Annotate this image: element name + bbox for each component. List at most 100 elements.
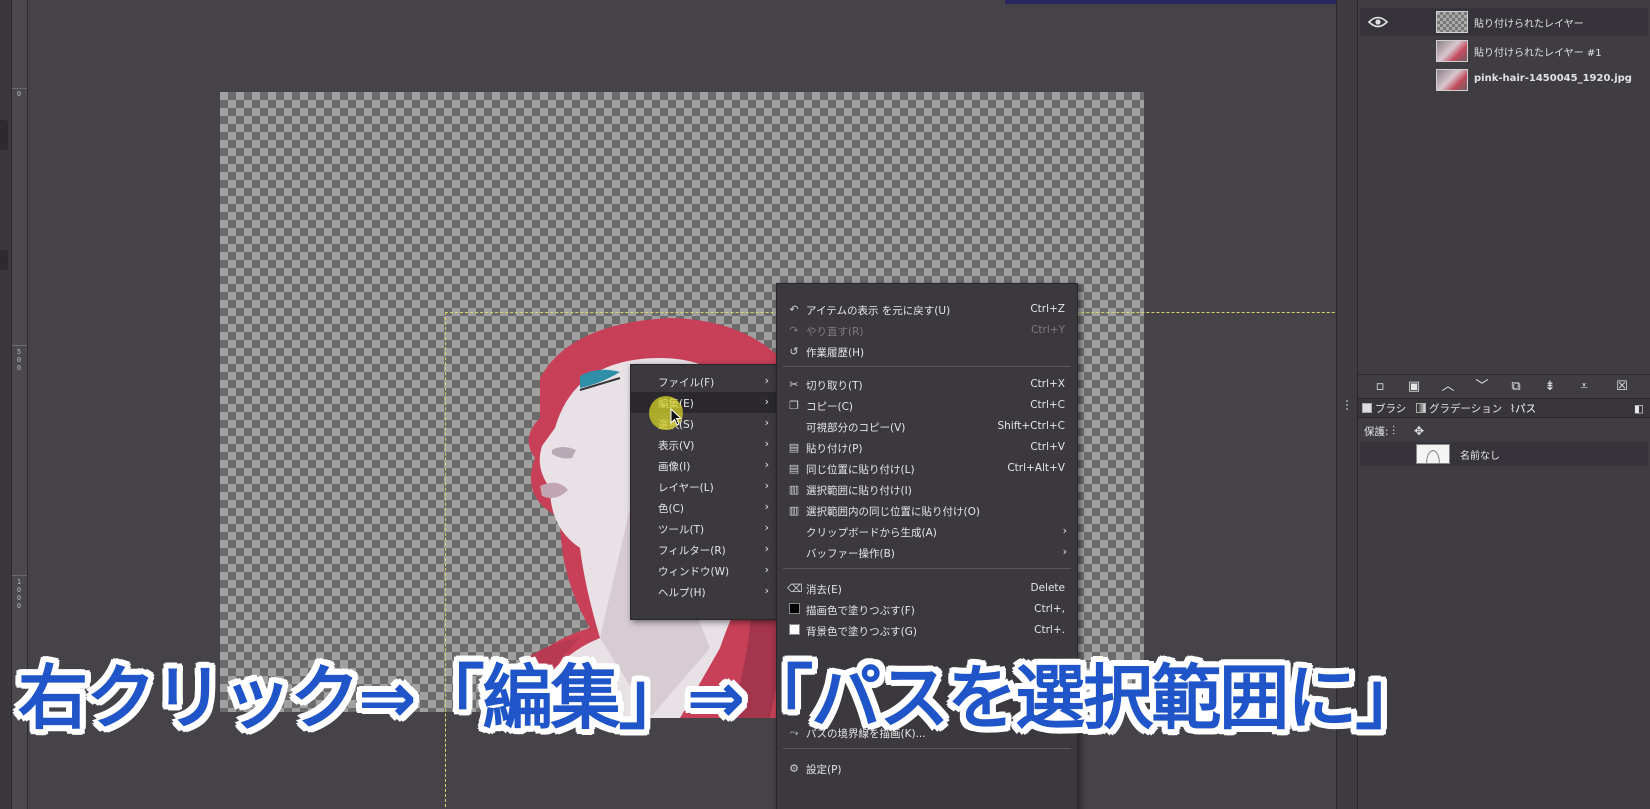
ruler-tick: 5 0 0 (16, 348, 22, 372)
toolbox-handle[interactable] (0, 250, 8, 270)
lock-label: 保護: (1364, 426, 1389, 438)
tutorial-caption: 右クリック⇒「編集」⇒「パスを選択範囲に」 (18, 657, 1425, 739)
delete-icon[interactable]: ☒ (1614, 379, 1630, 395)
eye-icon[interactable] (1368, 15, 1388, 29)
menu-item-colors[interactable]: 色(C) › (631, 497, 777, 518)
menu-label: 選択範囲に貼り付け(I) (806, 485, 912, 497)
toolbox-handle[interactable] (0, 120, 8, 150)
menu-item-preferences[interactable]: ⚙ 設定(P) (777, 758, 1077, 779)
lock-stroke-icon[interactable]: ⫶ (1392, 424, 1395, 439)
menu-item-paste[interactable]: ▤ 貼り付け(P) Ctrl+V (777, 437, 1077, 458)
menu-label: レイヤー(L) (658, 482, 714, 494)
menu-label: やり直す(R) (806, 326, 864, 338)
layer-row[interactable]: 貼り付けられたレイヤー #1 (1360, 37, 1648, 65)
toolbox-edge (0, 0, 12, 809)
chevron-right-icon: › (764, 395, 769, 408)
layer-thumbnail (1436, 69, 1468, 91)
menu-label: 貼り付け(P) (806, 443, 863, 455)
menu-label: ヘルプ(H) (658, 587, 706, 599)
menu-item-view[interactable]: 表示(V) › (631, 434, 777, 455)
title-accent-bar (1005, 0, 1360, 4)
menu-item-layer[interactable]: レイヤー(L) › (631, 476, 777, 497)
menu-item-paste-into-in-place[interactable]: ▥ 選択範囲内の同じ位置に貼り付け(O) (777, 500, 1077, 521)
menu-shortcut: Ctrl+V (1030, 441, 1065, 453)
layer-row[interactable]: 貼り付けられたレイヤー (1360, 8, 1648, 36)
menu-shortcut: Ctrl+Y (1031, 324, 1065, 336)
menu-shortcut: Delete (1030, 582, 1066, 594)
raise-icon[interactable]: ︿ (1440, 379, 1456, 395)
menu-item-fill-fg[interactable]: 描画色で塗りつぶす(F) Ctrl+, (777, 599, 1077, 620)
tab-paths[interactable]: ⌇パス (1510, 401, 1536, 417)
menu-item-copy-visible[interactable]: 可視部分のコピー(V) Shift+Ctrl+C (777, 416, 1077, 437)
brush-icon (1362, 403, 1372, 413)
path-preview-icon (1426, 449, 1440, 464)
menu-item-windows[interactable]: ウィンドウ(W) › (631, 560, 777, 581)
menu-label: クリップボードから生成(A) (806, 527, 937, 539)
menu-label: 消去(E) (806, 584, 842, 596)
chevron-right-icon: › (764, 584, 769, 597)
menu-label: 背景色で塗りつぶす(G) (806, 626, 917, 638)
menu-shortcut: Ctrl+X (1030, 378, 1065, 390)
layer-button-bar: ▫ ▣ ︿ ﹀ ⧉ ⇟ ⩡ ☒ (1358, 374, 1650, 398)
lower-icon[interactable]: ﹀ (1474, 379, 1490, 395)
tab-menu-icon[interactable]: ◧ (1634, 401, 1644, 417)
layer-thumbnail (1436, 40, 1468, 62)
chevron-right-icon: › (764, 542, 769, 555)
menu-label: アイテムの表示 を元に戻す(U) (806, 305, 951, 317)
menu-label: コピー(C) (806, 401, 854, 413)
menu-item-image[interactable]: 画像(I) › (631, 455, 777, 476)
lock-position-icon[interactable]: ✥ (1414, 424, 1424, 438)
anchor-icon[interactable]: ⇟ (1542, 379, 1558, 395)
menu-item-filters[interactable]: フィルター(R) › (631, 539, 777, 560)
menu-item-file[interactable]: ファイル(F) › (631, 371, 777, 392)
mouse-pointer-icon (670, 408, 682, 426)
history-icon: ↺ (789, 345, 799, 358)
layer-row[interactable]: pink-hair-1450045_1920.jpg (1360, 66, 1648, 94)
chevron-right-icon: › (764, 458, 769, 471)
new-layer-icon[interactable]: ▫ (1372, 379, 1388, 395)
ruler-tick: 0 (16, 90, 22, 98)
menu-label: 描画色で塗りつぶす(F) (806, 605, 915, 617)
menu-item-history[interactable]: ↺ 作業履歴(H) (777, 341, 1077, 362)
duplicate-icon[interactable]: ⧉ (1508, 379, 1524, 395)
menu-shortcut: Ctrl+Alt+V (1007, 462, 1065, 474)
menu-item-tools[interactable]: ツール(T) › (631, 518, 777, 539)
menu-shortcut: Ctrl+Z (1030, 303, 1065, 315)
tab-label: グラデーション (1429, 403, 1503, 415)
bg-color-swatch-icon (787, 624, 801, 637)
menu-label: 色(C) (658, 503, 685, 515)
tab-gradients[interactable]: グラデーション (1416, 401, 1502, 417)
path-thumbnail (1416, 444, 1450, 464)
layer-thumbnail (1436, 11, 1468, 33)
merge-icon[interactable]: ⩡ (1576, 379, 1592, 395)
tab-brushes[interactable]: ブラシ (1362, 401, 1406, 417)
paste-icon: ▤ (788, 441, 800, 454)
menu-item-cut[interactable]: ✂ 切り取り(T) Ctrl+X (777, 374, 1077, 395)
menu-item-fill-bg[interactable]: 背景色で塗りつぶす(G) Ctrl+. (777, 620, 1077, 641)
menu-item-paste-in-place[interactable]: ▤ 同じ位置に貼り付け(L) Ctrl+Alt+V (777, 458, 1077, 479)
menu-item-copy[interactable]: ❐ コピー(C) Ctrl+C (777, 395, 1077, 416)
chevron-right-icon: › (1062, 524, 1067, 537)
menu-item-paste-as[interactable]: クリップボードから生成(A) › (777, 521, 1077, 542)
layer-group-icon[interactable]: ▣ (1406, 379, 1422, 395)
paste-icon: ▤ (788, 462, 800, 475)
menu-item-redo[interactable]: ↷ やり直す(R) Ctrl+Y (777, 320, 1077, 341)
path-row[interactable]: 名前なし (1360, 442, 1648, 466)
chevron-right-icon: › (764, 437, 769, 450)
layer-name: 貼り付けられたレイヤー (1474, 19, 1584, 30)
menu-item-paste-into[interactable]: ▥ 選択範囲に貼り付け(I) (777, 479, 1077, 500)
menu-item-clear[interactable]: ⌫ 消去(E) Delete (777, 578, 1077, 599)
menu-label: 同じ位置に貼り付け(L) (806, 464, 915, 476)
lock-row: 保護: ⫶ ✥ (1358, 420, 1650, 442)
menu-label: ファイル(F) (658, 377, 715, 389)
menu-item-buffer[interactable]: バッファー操作(B) › (777, 542, 1077, 563)
fg-color-swatch-icon (787, 603, 801, 616)
menu-label: 切り取り(T) (806, 380, 863, 392)
chevron-right-icon: › (1062, 545, 1067, 558)
layer-name: 貼り付けられたレイヤー #1 (1474, 48, 1602, 59)
menu-label: 可視部分のコピー(V) (806, 422, 906, 434)
menu-item-undo[interactable]: ↶ アイテムの表示 を元に戻す(U) Ctrl+Z (777, 299, 1077, 320)
chevron-right-icon: › (764, 500, 769, 513)
menu-label: バッファー操作(B) (806, 548, 895, 560)
menu-item-help[interactable]: ヘルプ(H) › (631, 581, 777, 602)
